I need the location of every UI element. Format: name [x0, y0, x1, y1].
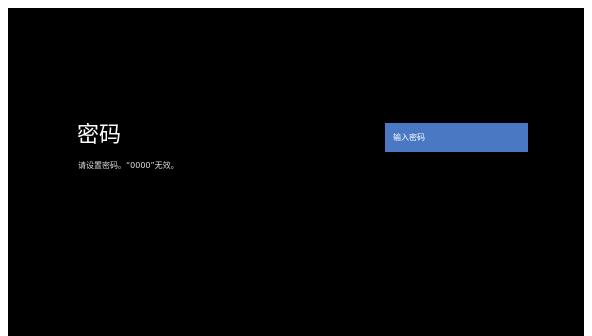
page-subtitle: 请设置密码。“0000”无效。 — [78, 161, 179, 170]
screen: 密码 请设置密码。“0000”无效。 — [8, 8, 584, 336]
password-input[interactable] — [385, 123, 528, 152]
page-title: 密码 — [77, 123, 122, 148]
